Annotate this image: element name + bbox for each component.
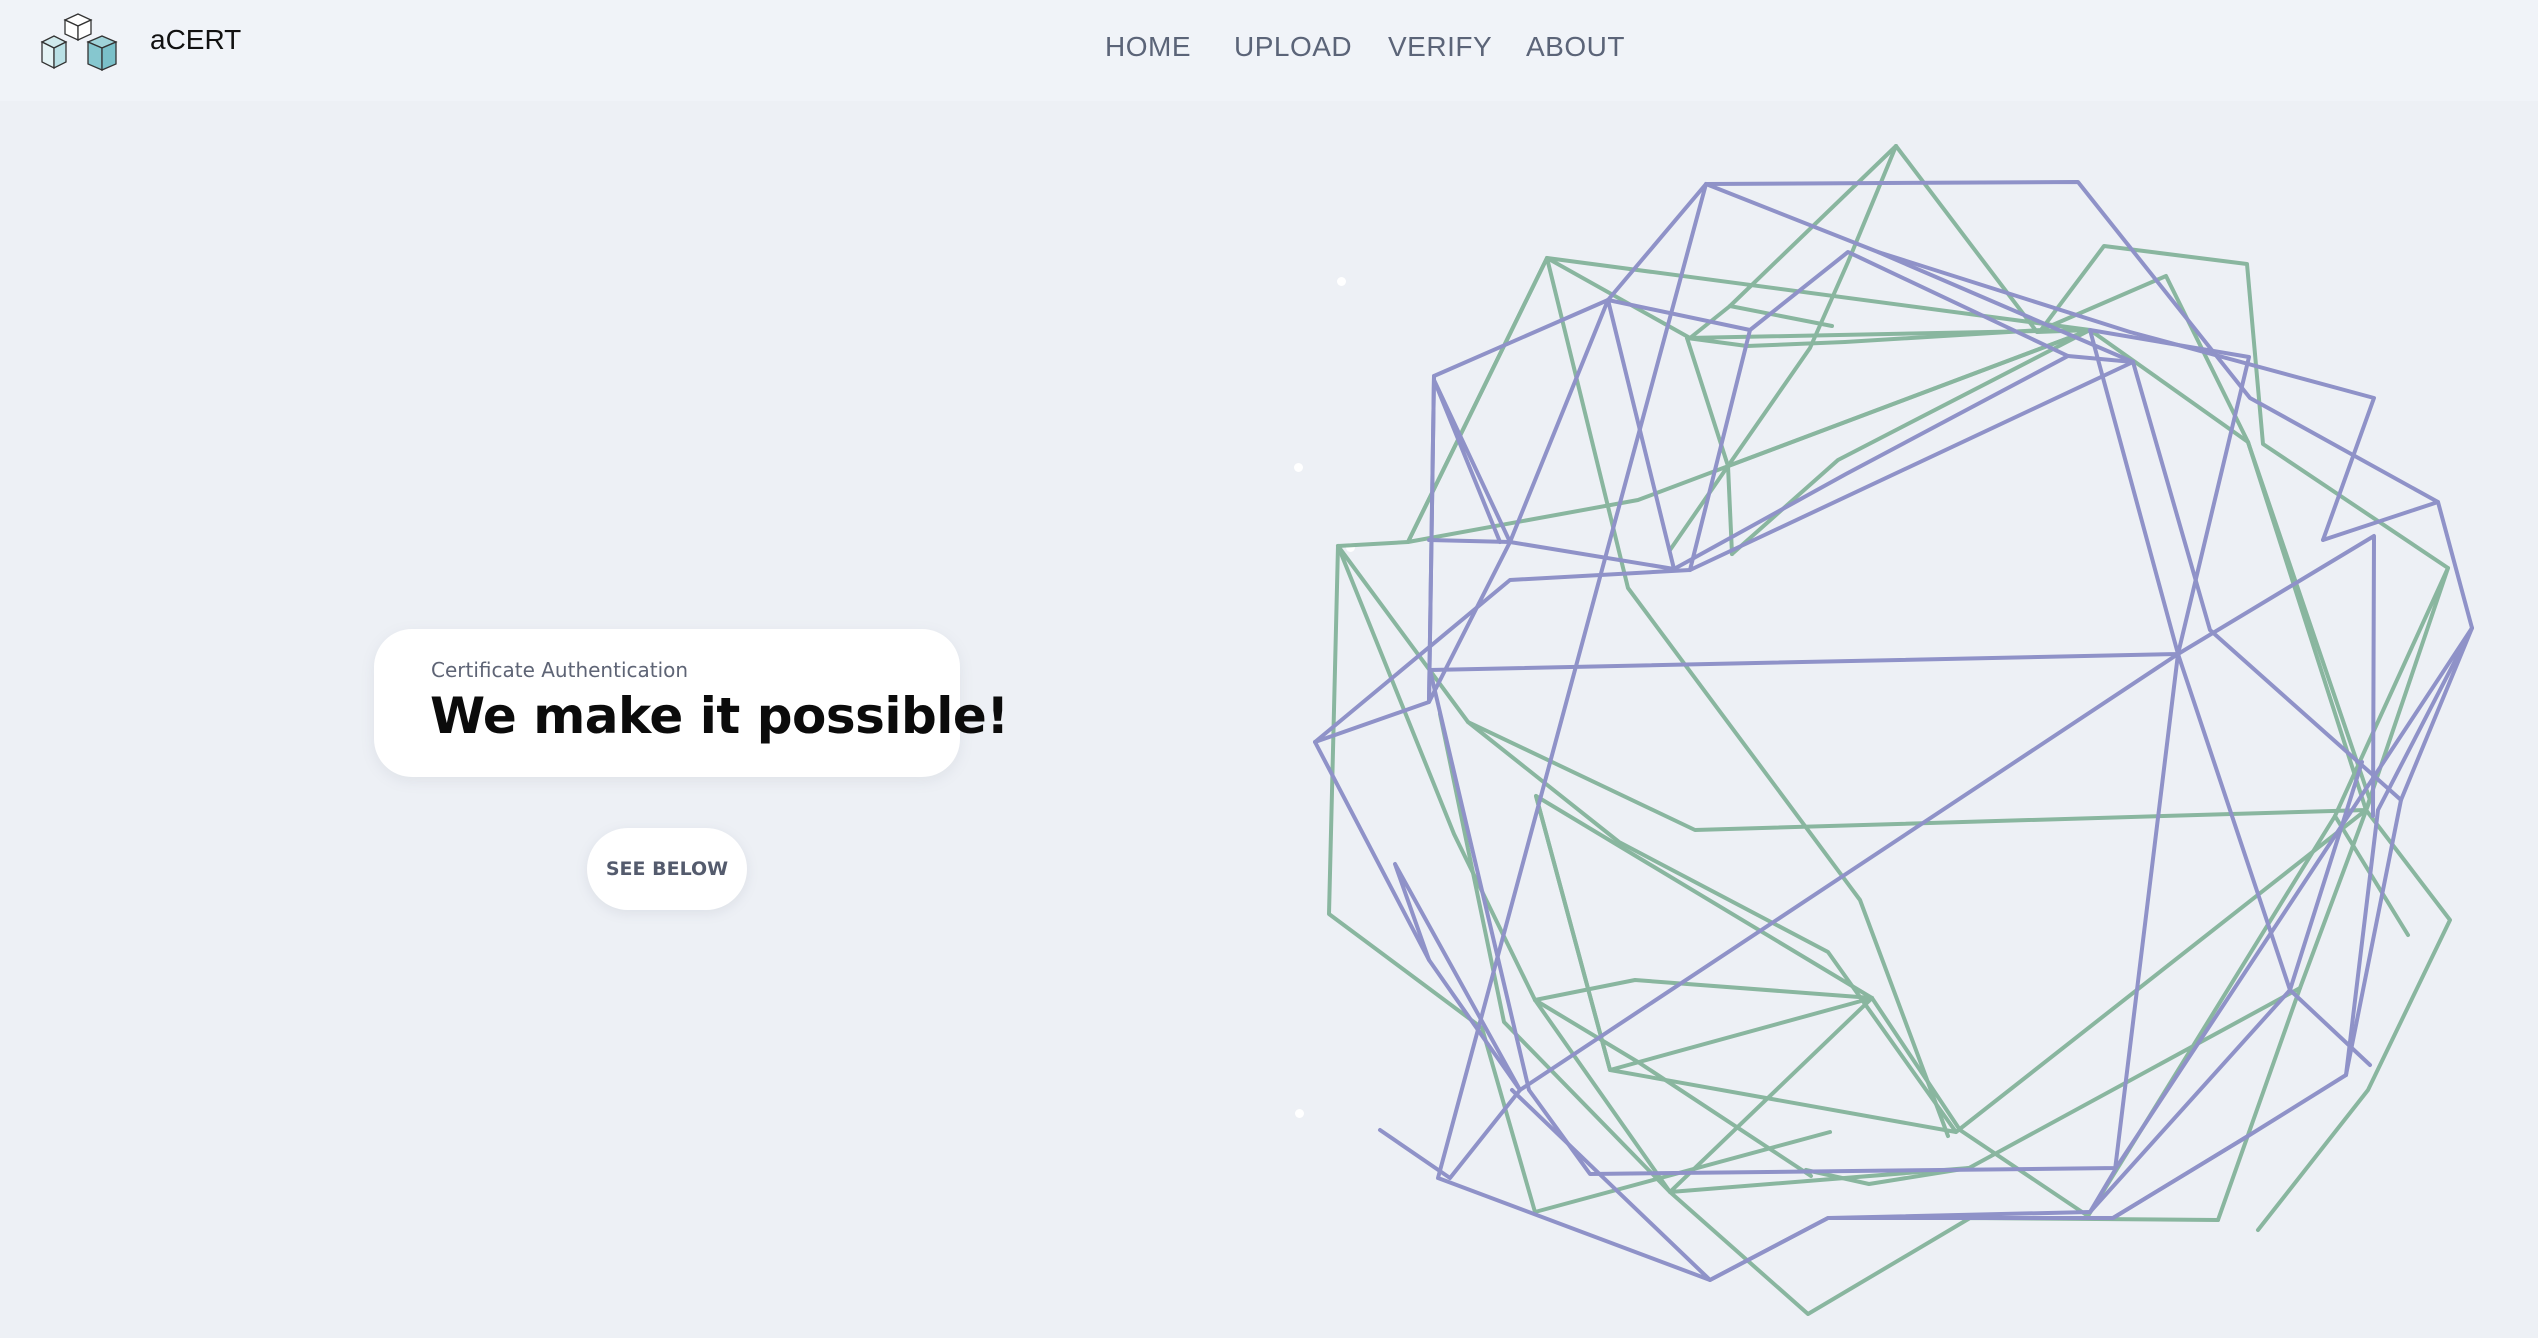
geometric-network-illustration bbox=[1313, 144, 2474, 1316]
nav-verify[interactable]: VERIFY bbox=[1388, 31, 1492, 63]
nav-upload[interactable]: UPLOAD bbox=[1234, 31, 1352, 63]
top-navbar: aCERT HOME UPLOAD VERIFY ABOUT bbox=[0, 0, 2538, 101]
hero-title: We make it possible! bbox=[430, 687, 1009, 745]
hero-card: Certificate Authentication We make it po… bbox=[374, 629, 1009, 777]
nav-home[interactable]: HOME bbox=[1105, 31, 1191, 63]
brand-name[interactable]: aCERT bbox=[150, 24, 241, 56]
see-below-button[interactable]: SEE BELOW bbox=[587, 828, 747, 910]
cubes-logo-icon[interactable] bbox=[38, 8, 128, 78]
hero-subtitle: Certificate Authentication bbox=[431, 658, 689, 682]
nav-about[interactable]: ABOUT bbox=[1526, 31, 1625, 63]
